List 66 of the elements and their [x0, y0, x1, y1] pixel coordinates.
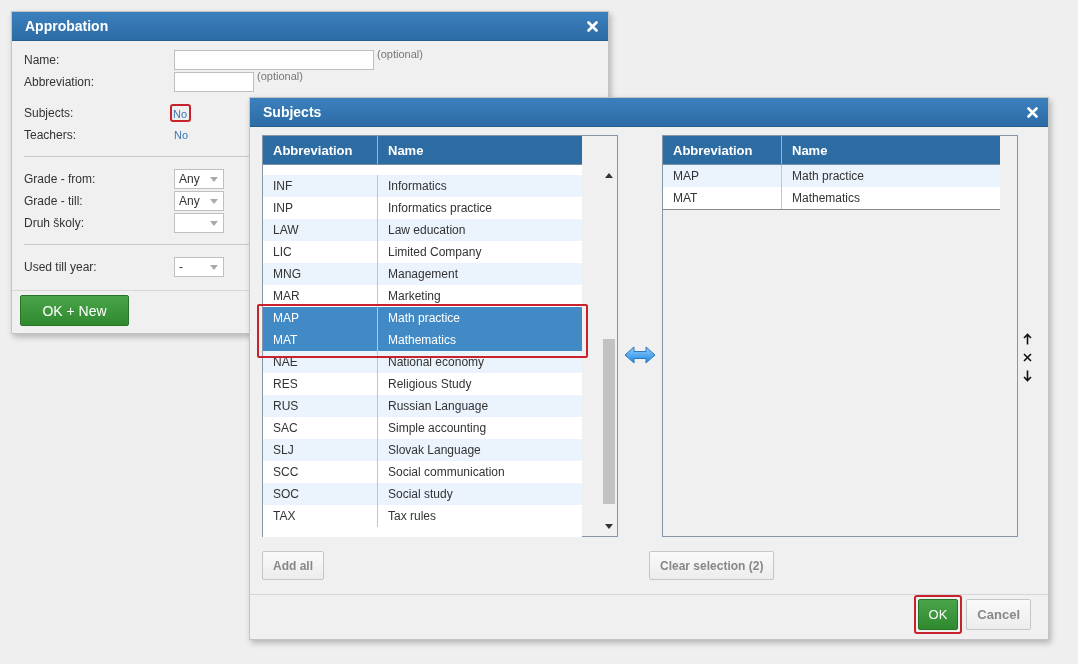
dropdown[interactable]: - — [174, 257, 224, 277]
dialog-title: Approbation — [25, 18, 109, 34]
table-cell-text: Social study — [387, 486, 454, 503]
table-row[interactable]: MNG Management — [263, 263, 582, 285]
double-arrow-icon[interactable] — [624, 346, 656, 364]
ok-new-button[interactable]: OK + New — [20, 295, 129, 326]
table-row[interactable]: MAT Mathematics — [263, 329, 582, 351]
table-cell-text: Marketing — [387, 288, 442, 305]
caret-icon — [210, 198, 218, 204]
table-cell-text: Simple accounting — [387, 420, 488, 437]
table-cell-text: Religious Study — [387, 376, 473, 393]
field-label: Name: — [24, 53, 61, 67]
caret-icon — [210, 220, 218, 226]
column-header: Abbreviation — [663, 136, 782, 164]
column-header: Name — [387, 141, 425, 160]
text-field[interactable] — [174, 50, 374, 70]
field-label: Abbreviation: — [24, 75, 96, 89]
optional-note: (optional) — [377, 48, 423, 60]
remove-icon[interactable] — [1022, 352, 1032, 362]
table-cell-text: Tax rules — [387, 508, 438, 525]
table-row[interactable]: SLJ Slovak Language — [263, 439, 582, 461]
field-label: Teachers: — [24, 128, 78, 142]
optional-note: (optional) — [257, 70, 303, 82]
text-field[interactable] — [174, 72, 254, 92]
arrow-up-icon[interactable] — [1022, 332, 1032, 345]
table-cell-text: Law education — [387, 222, 467, 239]
column-header: Abbreviation — [263, 136, 378, 164]
field-label: Grade - till: — [24, 194, 84, 208]
table-cell-text: Math practice — [791, 168, 866, 185]
table-row[interactable]: SOC Social study — [263, 483, 582, 505]
field-label: Grade - from: — [24, 172, 97, 186]
table-row[interactable]: LAW Law education — [263, 219, 582, 241]
dropdown[interactable]: Any — [174, 191, 224, 211]
table-cell-text: Limited Company — [387, 244, 483, 261]
scroll-up-icon[interactable] — [605, 173, 613, 178]
table-cell-text: Informatics — [387, 178, 448, 195]
table-cell-text: Mathematics — [387, 332, 458, 349]
table-cell-text: Management — [387, 266, 460, 283]
field-label: Druh školy: — [24, 216, 86, 230]
table-cell-text: Slovak Language — [387, 442, 482, 459]
dropdown[interactable]: Any — [174, 169, 224, 189]
table-row[interactable]: MAP Math practice — [263, 307, 582, 329]
table-cell-text: Informatics practice — [387, 200, 494, 217]
caret-icon — [210, 264, 218, 270]
value-link[interactable]: No — [174, 129, 189, 141]
value-link[interactable]: No — [173, 108, 188, 120]
table-row[interactable]: MAP Math practice — [663, 165, 1000, 187]
caret-icon — [210, 176, 218, 182]
scroll-down-icon[interactable] — [605, 524, 613, 529]
close-icon[interactable] — [587, 20, 598, 32]
close-icon[interactable] — [1027, 106, 1038, 118]
field-label: Subjects: — [24, 106, 75, 120]
arrow-down-icon[interactable] — [1022, 369, 1032, 382]
table-row[interactable]: RUS Russian Language — [263, 395, 582, 417]
table-cell: MAT — [663, 187, 782, 209]
field-label: Used till year: — [24, 260, 98, 274]
table-cell-text: Mathematics — [791, 190, 862, 207]
dialog-title: Subjects — [263, 104, 322, 120]
table-cell-text: Russian Language — [387, 398, 490, 415]
table-cell: TAX — [263, 505, 378, 527]
column-header: Name — [791, 141, 829, 160]
table-cell-text: National economy — [387, 354, 486, 371]
table-row[interactable]: INF Informatics — [263, 175, 582, 197]
ok-button[interactable]: OK — [917, 599, 959, 630]
table-cell-text: Math practice — [387, 310, 462, 327]
table-cell-text: Social communication — [387, 464, 506, 481]
